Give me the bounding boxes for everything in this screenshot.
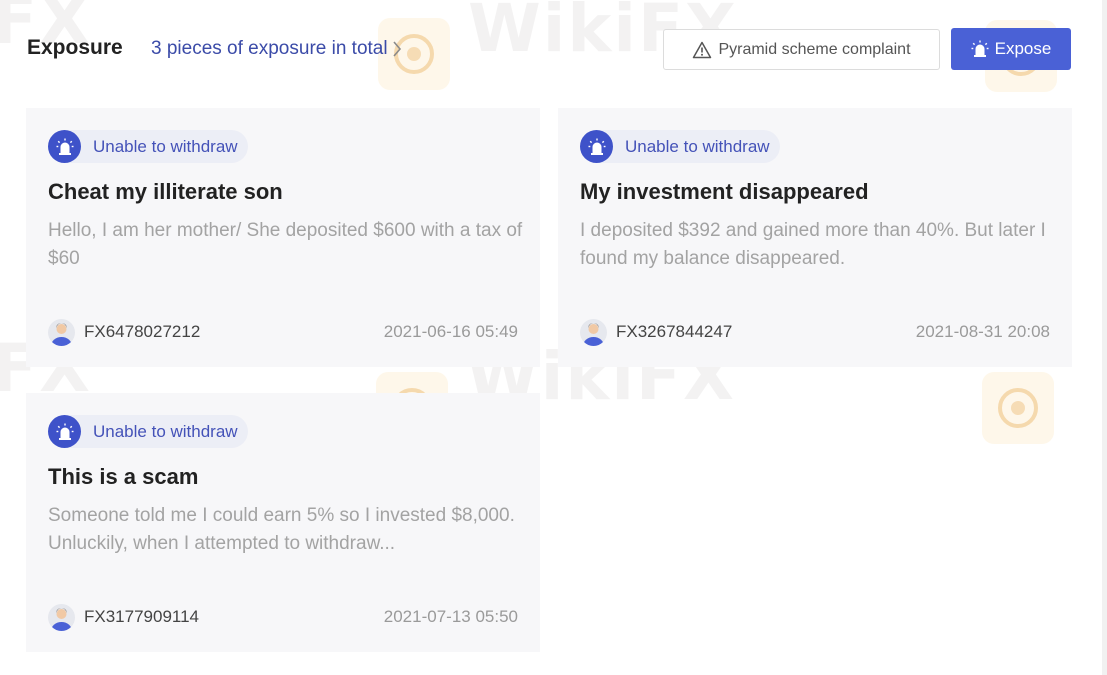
status-badge: Unable to withdraw [48, 415, 248, 448]
card-user: FX3177909114 [48, 603, 200, 631]
alarm-siren-icon [580, 130, 613, 163]
scrollbar[interactable] [1102, 0, 1107, 675]
user-avatar-icon [48, 603, 75, 631]
status-badge-label: Unable to withdraw [625, 136, 770, 156]
status-badge-label: Unable to withdraw [93, 136, 238, 156]
card-user: FX3267844247 [580, 318, 733, 346]
alarm-siren-icon [48, 130, 81, 163]
card-description: Someone told me I could earn 5% so I inv… [48, 505, 515, 554]
alarm-siren-icon [971, 40, 989, 58]
exposure-total-link[interactable]: 3 pieces of exposure in total [151, 38, 402, 60]
user-avatar-icon [48, 318, 75, 346]
user-id: FX3177909114 [84, 607, 200, 626]
status-badge-label: Unable to withdraw [93, 421, 238, 441]
card-user: FX6478027212 [48, 318, 201, 346]
card-footer: FX6478027212 2021-06-16 05:49 [48, 318, 518, 346]
card-title: Cheat my illiterate son [48, 179, 283, 204]
card-date: 2021-08-31 20:08 [915, 322, 1050, 341]
status-badge: Unable to withdraw [580, 130, 780, 163]
card-description: Hello, I am her mother/ She deposited $6… [48, 220, 523, 269]
exposure-header: Exposure 3 pieces of exposure in total P… [0, 0, 1107, 100]
alarm-siren-icon [48, 415, 81, 448]
chevron-right-icon [392, 40, 402, 58]
card-title: This is a scam [48, 464, 199, 489]
user-id: FX3267844247 [616, 322, 733, 341]
card-description: I deposited $392 and gained more than 40… [580, 220, 1046, 269]
card-footer: FX3177909114 2021-07-13 05:50 [48, 603, 518, 631]
exposure-page: FX WikiFX FX WikiFX Exposure 3 pieces of… [0, 0, 1107, 675]
page-title: Exposure [27, 36, 123, 59]
user-id: FX6478027212 [84, 322, 201, 341]
card-title: My investment disappeared [580, 179, 869, 204]
status-badge: Unable to withdraw [48, 130, 248, 163]
pyramid-complaint-button[interactable]: Pyramid scheme complaint [663, 29, 940, 70]
card-date: 2021-07-13 05:50 [383, 607, 518, 626]
exposure-card[interactable]: Unable to withdraw Cheat my illiterate s… [26, 108, 540, 367]
exposure-card[interactable]: Unable to withdraw This is a scam Someon… [26, 393, 540, 652]
warning-triangle-icon [692, 41, 712, 59]
card-date: 2021-06-16 05:49 [383, 322, 518, 341]
pyramid-complaint-label: Pyramid scheme complaint [718, 40, 911, 58]
expose-button[interactable]: Expose [951, 28, 1071, 70]
exposure-card[interactable]: Unable to withdraw My investment disappe… [558, 108, 1072, 367]
watermark-logo-icon [982, 372, 1054, 444]
user-avatar-icon [580, 318, 607, 346]
expose-button-label: Expose [994, 39, 1052, 58]
card-footer: FX3267844247 2021-08-31 20:08 [580, 318, 1050, 346]
exposure-total-label: 3 pieces of exposure in total [151, 38, 388, 59]
